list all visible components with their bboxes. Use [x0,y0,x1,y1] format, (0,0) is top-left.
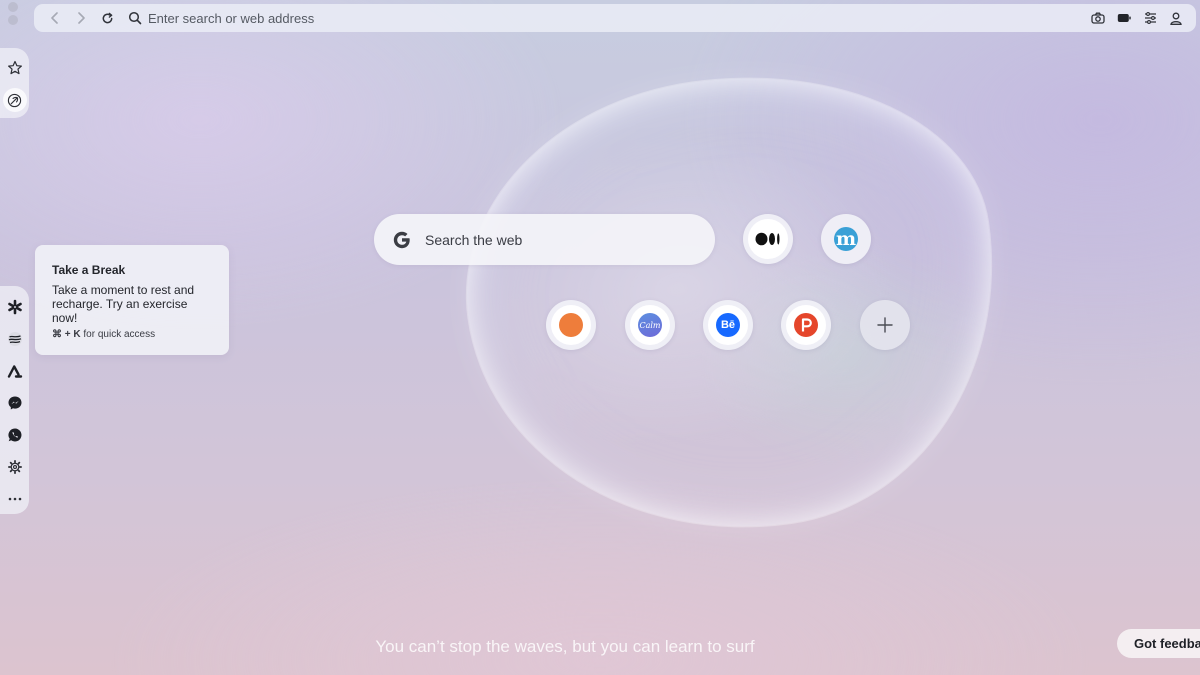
chevron-left-icon [51,12,58,24]
shortcut-keys: ⌘ + K [52,329,81,340]
speed-dial-medium[interactable] [743,214,793,264]
camera-button[interactable] [1088,8,1108,28]
settings-sliders-button[interactable] [1140,8,1160,28]
speed-dial-behance[interactable]: Bē [703,300,753,350]
take-a-break-tooltip: Take a Break Take a moment to rest and r… [35,245,229,355]
messenger-icon [8,396,21,409]
orange-circle-icon [559,313,583,337]
speed-dial-product-hunt[interactable] [781,300,831,350]
star-icon [7,60,22,74]
sidebar-item-explore[interactable] [2,88,27,112]
leaf-icon [7,93,22,107]
speed-dial-m[interactable]: m [821,214,871,264]
tooltip-body: Take a moment to rest and recharge. Try … [52,283,195,325]
waves-icon [7,331,22,346]
sidebar-item-whatsapp[interactable] [4,424,26,445]
sidebar-item-waves[interactable] [4,328,26,349]
profile-button[interactable] [1166,8,1186,28]
address-bar[interactable]: Enter search or web address [34,4,1196,32]
product-hunt-icon [794,313,818,337]
forward-button[interactable] [70,7,92,29]
plus-icon [877,317,893,333]
camera-icon [1091,12,1105,24]
battery-button[interactable] [1114,8,1134,28]
chevron-right-icon [78,12,85,24]
sidebar-item-messenger[interactable] [4,392,26,413]
calm-icon: Calm [638,313,662,337]
battery-icon [1117,14,1131,22]
background-quote: You can’t stop the waves, but you can le… [375,637,755,656]
medium-icon [755,232,780,246]
tooltip-shortcut-hint: ⌘ + K for quick access [52,329,213,340]
sidebar-item-aria[interactable] [4,360,26,381]
speed-dial-behance-logo: Bē [708,305,748,345]
whatsapp-icon [7,427,21,441]
search-icon [128,11,142,25]
speed-dial-calm[interactable]: Calm [625,300,675,350]
feedback-button[interactable]: Got feedback? [1117,629,1200,658]
window-control-dot[interactable] [8,15,18,25]
window-control-dot[interactable] [8,2,18,12]
asterisk-icon [7,299,22,314]
google-icon [393,231,410,248]
speed-dial-add-button[interactable] [860,300,910,350]
speed-dial-orange[interactable] [546,300,596,350]
sidebar-top [0,48,29,118]
shortcut-hint-text: for quick access [80,329,156,340]
reload-button[interactable] [96,7,118,29]
web-search-box[interactable]: Search the web [374,214,715,265]
gear-icon [7,459,22,474]
aria-icon [7,364,22,378]
sliders-icon [1144,12,1156,24]
sidebar-more-button[interactable] [4,488,26,509]
speed-dial-medium-logo [748,219,788,259]
m-logo-icon: m [835,228,857,250]
sidebar-apps [0,286,29,514]
tooltip-title: Take a Break [52,263,126,277]
behance-icon: Bē [716,313,740,337]
more-dots-icon [8,497,21,500]
reload-icon [102,12,112,23]
speed-dial-calm-logo: Calm [630,305,670,345]
search-input[interactable]: Search the web [425,232,522,248]
sidebar-item-settings[interactable] [4,456,26,477]
address-input[interactable]: Enter search or web address [148,11,314,26]
window-controls[interactable] [8,2,18,28]
speed-dial-m-logo: m [834,227,858,251]
speed-dial-product-hunt-logo [786,305,826,345]
back-button[interactable] [44,7,66,29]
sidebar-item-break[interactable] [4,296,26,317]
user-icon [1170,12,1182,25]
speed-dial-orange-logo [551,305,591,345]
sidebar-item-favorites[interactable] [4,57,26,78]
